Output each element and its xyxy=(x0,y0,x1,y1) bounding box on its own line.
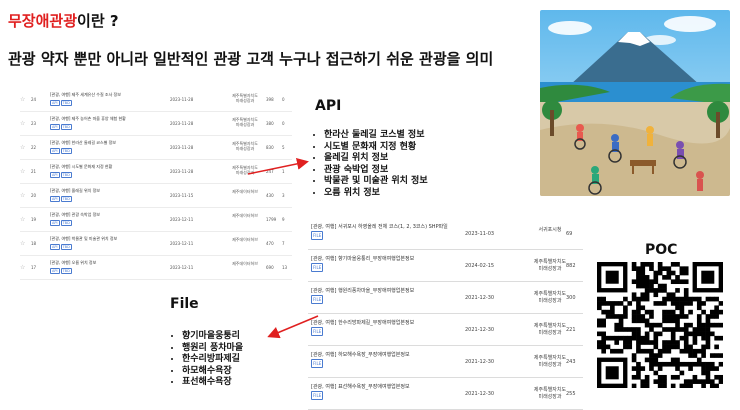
annotation-arrows xyxy=(247,157,319,339)
file-arrow xyxy=(267,315,319,339)
api-arrow xyxy=(247,157,309,175)
